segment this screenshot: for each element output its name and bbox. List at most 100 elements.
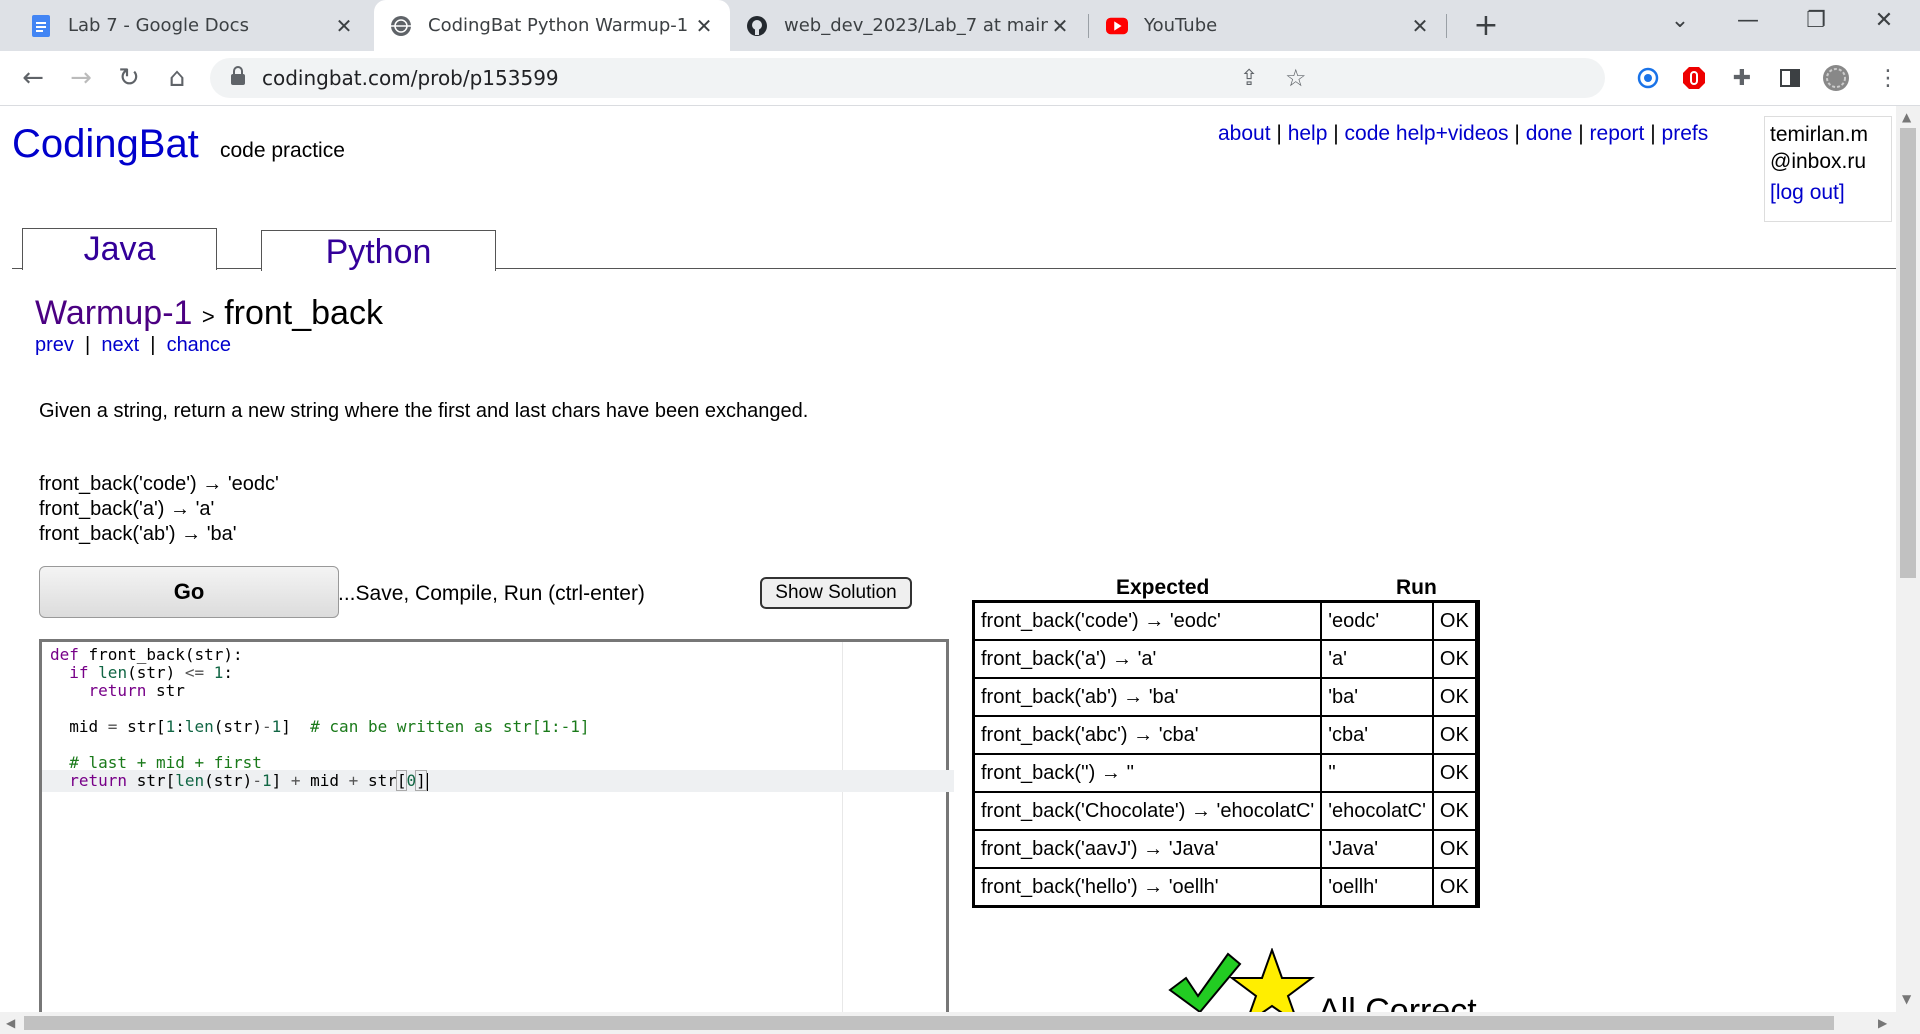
run-cell: 'a' <box>1320 639 1434 679</box>
show-solution-button[interactable]: Show Solution <box>760 577 912 609</box>
next-link[interactable]: next <box>101 334 139 356</box>
profile-avatar-icon[interactable] <box>1822 64 1850 92</box>
status-cell: OK <box>1431 867 1477 908</box>
all-correct-banner: All Correct <box>1168 948 1528 1012</box>
section-link[interactable]: Warmup-1 <box>35 294 192 332</box>
pass-indicator <box>1474 600 1480 641</box>
tab-python[interactable]: Python <box>261 230 496 271</box>
help-link[interactable]: help <box>1288 122 1328 145</box>
example-line: front_back('a') → 'a' <box>39 498 215 520</box>
side-panel-icon[interactable] <box>1776 64 1804 92</box>
expected-cell: front_back('hello') → 'oellh' <box>972 867 1323 908</box>
tab-google-docs[interactable]: Lab 7 - Google Docs ✕ <box>0 0 370 51</box>
report-link[interactable]: report <box>1590 122 1645 145</box>
expected-cell: front_back('') → '' <box>972 753 1323 793</box>
address-bar[interactable]: codingbat.com/prob/p153599 ⇪ ☆ <box>210 58 1605 98</box>
expected-cell: front_back('a') → 'a' <box>972 639 1323 679</box>
minimize-icon[interactable]: — <box>1728 8 1768 33</box>
new-tab-button[interactable]: + <box>1468 8 1504 44</box>
url-text: codingbat.com/prob/p153599 <box>262 66 559 90</box>
scrollbar-thumb[interactable] <box>24 1016 1834 1030</box>
result-row: front_back('ab') → 'ba''ba' OK <box>972 677 1480 717</box>
vertical-scrollbar[interactable]: ▲ ▼ <box>1896 106 1920 1012</box>
browser-toolbar: ← → ↻ ⌂ codingbat.com/prob/p153599 ⇪ ☆ ✚… <box>0 51 1920 106</box>
chance-link[interactable]: chance <box>167 334 232 356</box>
go-button[interactable]: Go <box>39 566 339 618</box>
tab-title: Lab 7 - Google Docs <box>68 15 249 36</box>
user-box: temirlan.m @inbox.ru [log out] <box>1764 116 1892 222</box>
text-cursor <box>425 772 428 791</box>
expected-cell: front_back('abc') → 'cba' <box>972 715 1323 755</box>
examples: front_back('code') → 'eodc' front_back('… <box>39 472 279 547</box>
pass-indicator <box>1474 867 1480 908</box>
expected-cell: front_back('aavJ') → 'Java' <box>972 829 1323 869</box>
tab-title: CodingBat Python Warmup-1 front_back <box>428 15 692 36</box>
run-cell: 'Java' <box>1320 829 1434 869</box>
status-cell: OK <box>1431 791 1477 831</box>
tab-github[interactable]: web_dev_2023/Lab_7 at main · M ✕ <box>730 0 1086 51</box>
breadcrumb: Warmup-1 > front_back <box>35 294 383 333</box>
logout-link[interactable]: [log out] <box>1770 181 1845 204</box>
expected-cell: front_back('ab') → 'ba' <box>972 677 1323 717</box>
run-cell: 'oellh' <box>1320 867 1434 908</box>
prev-link[interactable]: prev <box>35 334 74 356</box>
tab-separator <box>1446 14 1447 38</box>
run-cell: 'ehocolatC' <box>1320 791 1434 831</box>
pass-indicator <box>1474 639 1480 679</box>
example-line: front_back('code') → 'eodc' <box>39 473 279 495</box>
scroll-left-icon[interactable]: ◀ <box>6 1016 15 1030</box>
scroll-down-icon[interactable]: ▼ <box>1902 992 1911 1006</box>
home-icon[interactable]: ⌂ <box>162 63 192 93</box>
status-cell: OK <box>1431 600 1477 641</box>
result-row: front_back('abc') → 'cba''cba' OK <box>972 715 1480 755</box>
editor-margin-line <box>842 642 843 1012</box>
code-line-active: return str[len(str)-1] + mid + str[0] <box>42 770 954 792</box>
site-logo[interactable]: CodingBat <box>12 122 199 167</box>
horizontal-scrollbar[interactable]: ◀ ▶ <box>0 1012 1920 1034</box>
problem-title: front_back <box>224 294 383 332</box>
status-cell: OK <box>1431 829 1477 869</box>
reload-icon[interactable]: ↻ <box>114 63 144 93</box>
github-icon <box>746 15 768 37</box>
checkmark-star-icon <box>1168 948 1315 1012</box>
scroll-up-icon[interactable]: ▲ <box>1902 110 1911 124</box>
pass-indicator <box>1474 791 1480 831</box>
prefs-link[interactable]: prefs <box>1662 122 1709 145</box>
browser-tab-strip: Lab 7 - Google Docs ✕ CodingBat Python W… <box>0 0 1920 51</box>
restore-icon[interactable]: ❐ <box>1796 8 1836 33</box>
extension-record-icon[interactable] <box>1634 64 1662 92</box>
expected-cell: front_back('code') → 'eodc' <box>972 600 1323 641</box>
scroll-right-icon[interactable]: ▶ <box>1878 1016 1887 1030</box>
forward-icon[interactable]: → <box>66 63 96 93</box>
tab-search-icon[interactable]: ⌄ <box>1660 8 1700 33</box>
site-tagline: code practice <box>220 139 345 162</box>
tab-youtube[interactable]: YouTube ✕ <box>1090 0 1446 51</box>
tab-codingbat[interactable]: CodingBat Python Warmup-1 front_back ✕ <box>374 0 730 51</box>
close-window-icon[interactable]: ✕ <box>1864 8 1904 33</box>
close-tab-icon[interactable]: ✕ <box>692 14 716 38</box>
run-cell: 'cba' <box>1320 715 1434 755</box>
menu-kebab-icon[interactable]: ⋮ <box>1874 64 1902 92</box>
tab-java[interactable]: Java <box>22 228 217 270</box>
code-help-link[interactable]: code help+videos <box>1345 122 1509 145</box>
breadcrumb-separator: > <box>201 304 215 329</box>
close-tab-icon[interactable]: ✕ <box>332 14 356 38</box>
globe-icon <box>390 15 412 37</box>
bookmark-star-icon[interactable]: ☆ <box>1285 64 1307 92</box>
extensions-puzzle-icon[interactable]: ✚ <box>1728 64 1756 92</box>
adblock-icon[interactable] <box>1680 64 1708 92</box>
status-cell: OK <box>1431 677 1477 717</box>
close-tab-icon[interactable]: ✕ <box>1048 14 1072 38</box>
back-icon[interactable]: ← <box>18 63 48 93</box>
go-hint: ...Save, Compile, Run (ctrl-enter) <box>338 582 645 605</box>
scrollbar-thumb[interactable] <box>1900 128 1916 578</box>
done-link[interactable]: done <box>1526 122 1573 145</box>
code-editor[interactable]: def front_back(str): if len(str) <= 1: r… <box>39 639 954 1012</box>
share-icon[interactable]: ⇪ <box>1240 66 1258 91</box>
expected-cell: front_back('Chocolate') → 'ehocolatC' <box>972 791 1323 831</box>
about-link[interactable]: about <box>1218 122 1271 145</box>
result-row: front_back('Chocolate') → 'ehocolatC''eh… <box>972 791 1480 831</box>
close-tab-icon[interactable]: ✕ <box>1408 14 1432 38</box>
youtube-icon <box>1106 15 1128 37</box>
run-cell: '' <box>1320 753 1434 793</box>
